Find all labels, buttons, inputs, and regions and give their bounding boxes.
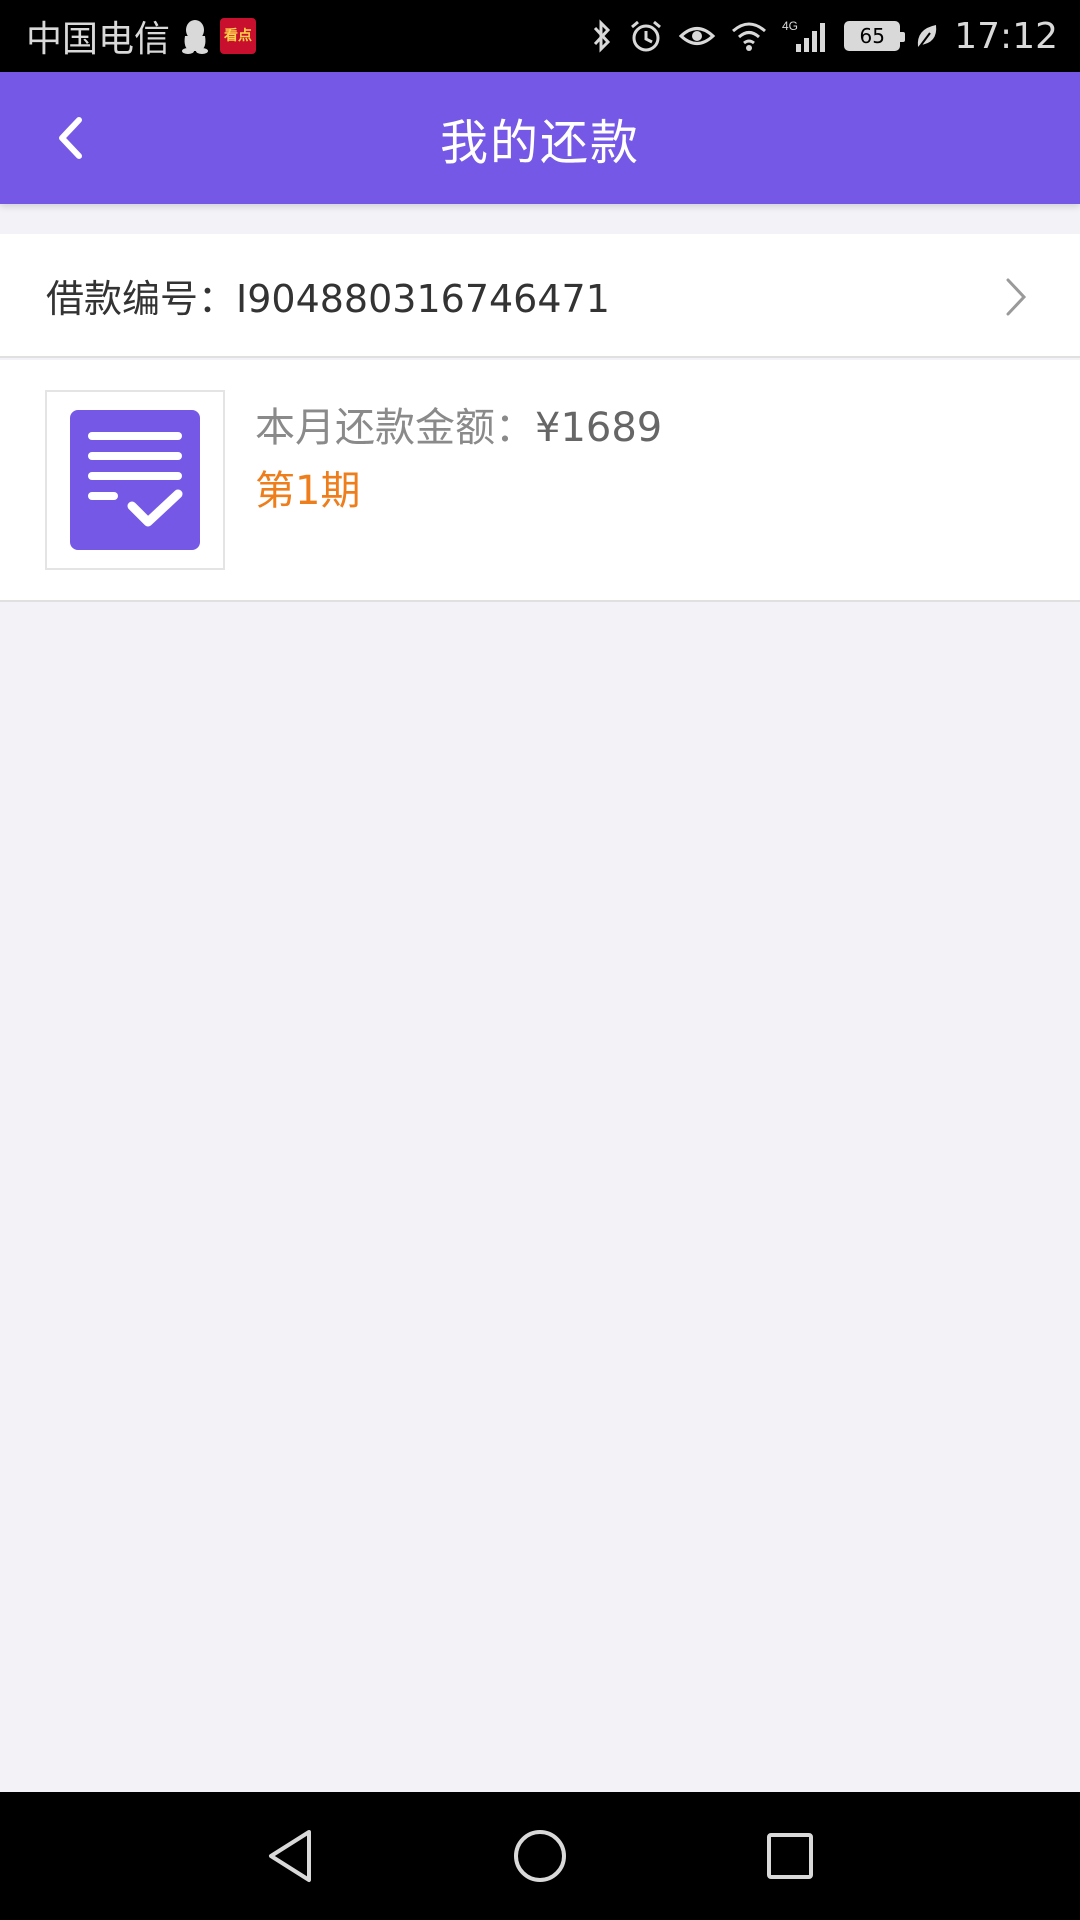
power-saving-leaf-icon — [914, 21, 940, 51]
alarm-icon — [628, 18, 664, 54]
repayment-amount-value: ¥1689 — [535, 405, 663, 451]
signal-icon: 4G — [782, 18, 830, 54]
loan-number-text: 借款编号：I904880316746471 — [46, 268, 610, 323]
nav-back-icon — [269, 1830, 311, 1882]
nav-recents-button[interactable] — [755, 1821, 825, 1891]
loan-number-label: 借款编号： — [46, 276, 237, 321]
repayment-amount: 本月还款金额：¥1689 — [255, 395, 662, 453]
loan-number-value: I904880316746471 — [236, 276, 610, 321]
back-button[interactable] — [40, 108, 100, 168]
battery-level: 65 — [859, 24, 885, 48]
battery-icon: 65 — [844, 21, 906, 51]
clock-time: 17:12 — [954, 15, 1058, 57]
loan-number-row[interactable]: 借款编号：I904880316746471 — [0, 234, 1080, 358]
status-bar: 中国电信 看点 4G 65 17:12 — [0, 0, 1080, 72]
repayment-icon-frame — [45, 390, 225, 570]
app-bar: 我的还款 — [0, 72, 1080, 204]
chevron-left-icon — [59, 117, 82, 159]
nav-back-button[interactable] — [255, 1821, 325, 1891]
page-title: 我的还款 — [439, 115, 640, 171]
system-nav-bar — [0, 1792, 1080, 1920]
chevron-right-icon — [1006, 278, 1027, 316]
news-app-icon: 看点 — [220, 18, 257, 54]
carrier-name: 中国电信 — [26, 19, 171, 60]
bluetooth-icon — [590, 18, 614, 54]
network-type-label: 4G — [782, 19, 798, 33]
nav-recents-icon — [767, 1833, 813, 1879]
repayment-amount-label: 本月还款金额： — [255, 405, 535, 451]
repayment-period: 第1期 — [255, 468, 361, 514]
status-right: 4G 65 17:12 — [590, 16, 1058, 57]
qq-penguin-icon — [180, 18, 210, 54]
nav-home-button[interactable] — [505, 1821, 575, 1891]
repayment-item[interactable]: 本月还款金额：¥1689 第1期 — [0, 360, 1080, 602]
status-left: 中国电信 看点 — [26, 10, 257, 62]
document-check-icon — [70, 410, 200, 550]
wifi-icon — [730, 20, 768, 52]
eye-comfort-icon — [678, 21, 716, 51]
nav-home-icon — [514, 1830, 566, 1882]
